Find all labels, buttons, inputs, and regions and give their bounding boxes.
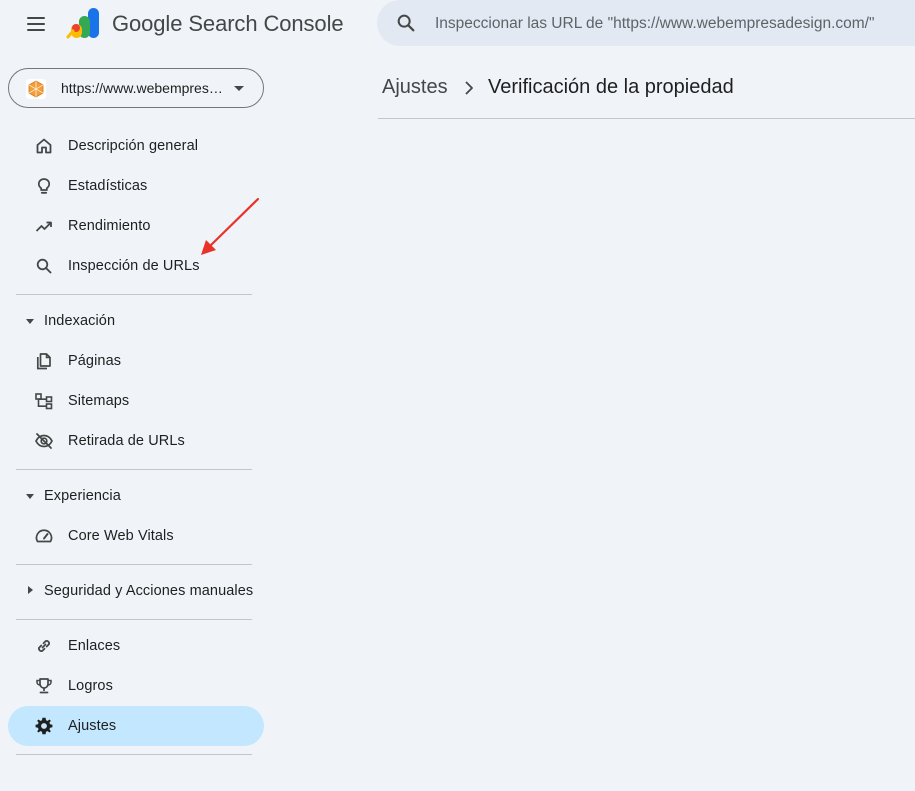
sidebar-item-label: Enlaces (68, 638, 121, 654)
red-arrow-annotation (201, 197, 260, 255)
lightbulb-icon (37, 178, 51, 194)
sidebar-item-core-web-vitals[interactable]: Core Web Vitals (8, 516, 264, 556)
sidebar-item-label: Sitemaps (68, 393, 130, 409)
top-bar: Google Search Console (0, 0, 915, 48)
sidebar-divider (16, 294, 252, 295)
sitemap-icon (35, 393, 53, 410)
caret-down-icon (26, 494, 34, 499)
header-divider (378, 118, 915, 119)
chevron-right-icon (465, 81, 473, 95)
dropdown-caret-icon (234, 86, 244, 91)
sidebar-item-pages[interactable]: Páginas (8, 341, 264, 381)
sidebar-item-settings[interactable]: Ajustes (8, 706, 264, 746)
sidebar-item-overview[interactable]: Descripción general (8, 126, 264, 166)
sidebar-divider (16, 564, 252, 565)
section-label: Experiencia (44, 488, 121, 504)
sidebar-item-label: Core Web Vitals (68, 528, 174, 544)
sidebar-divider (16, 469, 252, 470)
sidebar-item-label: Estadísticas (68, 178, 148, 194)
section-security-manual-actions[interactable]: Seguridad y Acciones manuales (8, 571, 264, 611)
search-input[interactable] (435, 13, 915, 35)
site-favicon (26, 79, 46, 99)
sidebar-divider (16, 754, 252, 755)
caret-right-icon (28, 586, 33, 594)
trending-up-icon (35, 221, 52, 232)
app-title[interactable]: Google Search Console (112, 11, 344, 37)
property-selector[interactable]: https://www.webempresadesign.com/ (8, 68, 264, 108)
sidebar-item-sitemaps[interactable]: Sitemaps (8, 381, 264, 421)
visibility-off-icon (35, 433, 53, 449)
sidebar-item-links[interactable]: Enlaces (8, 626, 264, 666)
sidebar-item-label: Rendimiento (68, 218, 151, 234)
search-console-logo (66, 8, 99, 39)
section-label: Indexación (44, 313, 116, 329)
link-icon (38, 640, 50, 652)
sidebar-item-label: Descripción general (68, 138, 199, 154)
section-indexing[interactable]: Indexación (8, 301, 264, 341)
gear-icon (35, 717, 53, 735)
pages-icon (36, 353, 51, 370)
sidebar-item-label: Retirada de URLs (68, 433, 185, 449)
sidebar-item-label: Ajustes (68, 718, 117, 734)
breadcrumb-settings-link[interactable]: Ajustes (382, 76, 448, 99)
search-icon[interactable] (395, 12, 417, 34)
trophy-icon (36, 678, 52, 694)
page-title: Verificación de la propiedad (488, 76, 734, 98)
url-inspection-search[interactable] (377, 0, 915, 46)
sidebar-divider (16, 619, 252, 620)
property-url: https://www.webempresadesign.com/ (61, 80, 229, 96)
speed-gauge-icon (35, 529, 53, 543)
sidebar-item-label: Logros (68, 678, 113, 694)
home-icon (36, 138, 52, 154)
sidebar-item-label: Inspección de URLs (68, 258, 200, 274)
sidebar-item-achievements[interactable]: Logros (8, 666, 264, 706)
sidebar-item-removals[interactable]: Retirada de URLs (8, 421, 264, 461)
caret-down-icon (26, 319, 34, 324)
section-experience[interactable]: Experiencia (8, 476, 264, 516)
search-icon (36, 258, 52, 274)
sidebar-item-label: Páginas (68, 353, 122, 369)
section-label: Seguridad y Acciones manuales (44, 583, 254, 599)
hamburger-menu-icon[interactable] (22, 11, 50, 37)
